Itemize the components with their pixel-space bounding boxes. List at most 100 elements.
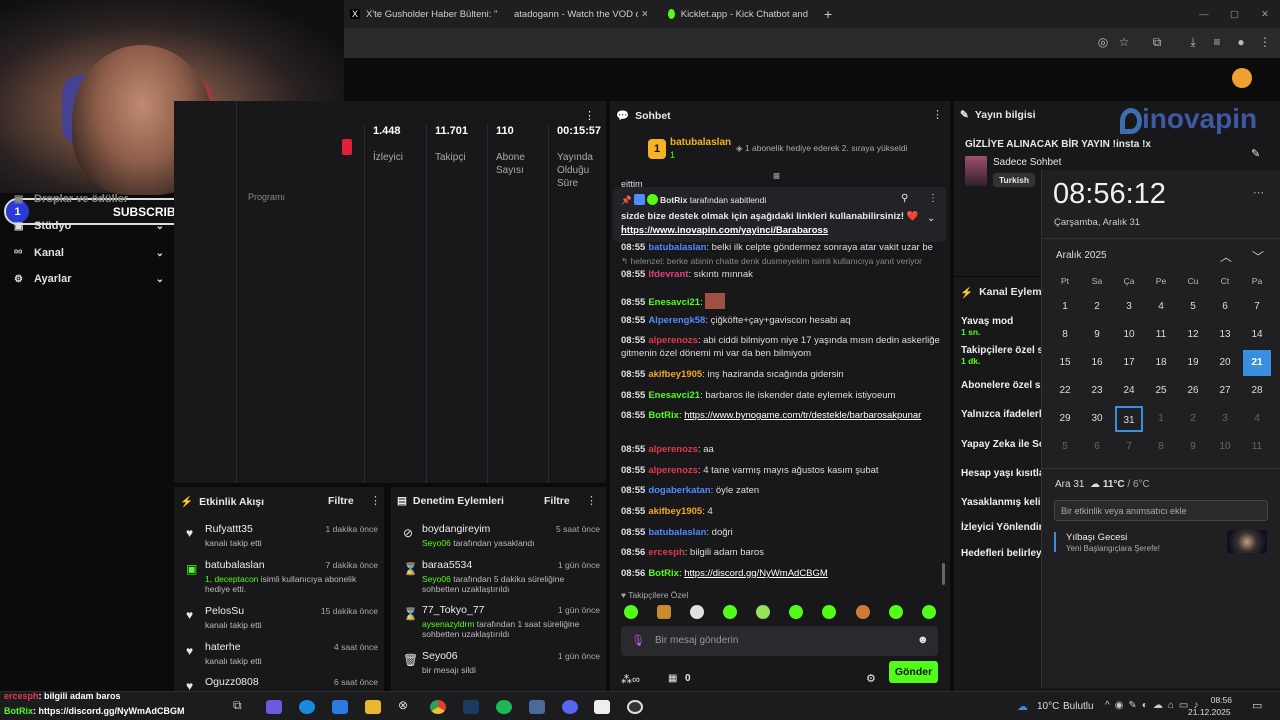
maximize-icon[interactable]: ▢	[1230, 4, 1240, 24]
pin-icon[interactable]: ⚲	[901, 193, 908, 204]
message-user[interactable]: ercesph	[648, 547, 684, 558]
calendar-day[interactable]: 8	[1051, 322, 1079, 348]
sidebar-item-channel[interactable]: ᵒᵒ Kanal ⌄	[14, 247, 164, 259]
store-icon[interactable]	[332, 700, 348, 714]
chevron-down-icon[interactable]: ﹀	[1252, 248, 1264, 265]
message-user[interactable]: alperenozs	[648, 444, 698, 455]
more-icon[interactable]: ⋮	[584, 109, 595, 122]
emote[interactable]	[822, 605, 836, 619]
calendar-day[interactable]: 3	[1211, 406, 1239, 432]
sidebar-item-studio[interactable]: ▣ Stüdyo ⌄	[14, 220, 164, 232]
calendar-day[interactable]: 20	[1211, 350, 1239, 376]
emote[interactable]	[756, 605, 770, 619]
calendar-day[interactable]: 10	[1211, 434, 1239, 460]
message-user[interactable]: dogaberkatan	[648, 485, 710, 496]
action-ai-mod[interactable]: Yapay Zeka ile So	[961, 439, 1045, 450]
event-input[interactable]: Bir etkinlik veya anımsatıcı ekle	[1054, 500, 1268, 521]
app-icon[interactable]	[594, 700, 610, 714]
activity-filter-button[interactable]: Filtre	[328, 495, 354, 507]
more-icon[interactable]: ⋯	[1253, 186, 1264, 199]
copilot-icon[interactable]	[266, 700, 282, 714]
message-user[interactable]: Enesavci21	[648, 390, 700, 401]
calendar-day[interactable]: 2	[1083, 294, 1111, 320]
action-followers-only[interactable]: Takipçilere özel so	[961, 345, 1049, 356]
browser-tab[interactable]: atadogann - Watch the VOD on	[508, 4, 638, 24]
action-slow-mode[interactable]: Yavaş mod	[961, 316, 1013, 327]
calendar-day[interactable]: 23	[1083, 378, 1111, 404]
message-user[interactable]: akifbey1905	[648, 369, 702, 380]
calendar-day[interactable]: 10	[1115, 322, 1143, 348]
avatar[interactable]	[1232, 68, 1252, 88]
calendar-day[interactable]: 16	[1083, 350, 1111, 376]
action-set-goals[interactable]: Hedefleri belirleyi	[961, 548, 1044, 559]
calendar-day[interactable]: 22	[1051, 378, 1079, 404]
emote[interactable]	[789, 605, 803, 619]
reading-list-icon[interactable]: ≡	[1210, 35, 1224, 49]
chat-scrollbar[interactable]	[942, 563, 945, 585]
calendar-day[interactable]: 5	[1051, 434, 1079, 460]
emote[interactable]	[723, 605, 737, 619]
calendar-day[interactable]: 9	[1083, 322, 1111, 348]
calendar-day[interactable]: 25	[1147, 378, 1175, 404]
emoji-icon[interactable]: ☻	[917, 634, 929, 646]
message-user[interactable]: Enesavci21	[648, 297, 700, 308]
calendar-day[interactable]: 26	[1179, 378, 1207, 404]
action-banned-words[interactable]: Yasaklanmış kelim	[961, 497, 1049, 508]
weather-temp[interactable]: 10°C	[1037, 701, 1059, 712]
calendar-day[interactable]: 9	[1179, 434, 1207, 460]
weather-label[interactable]: Bulutlu	[1063, 701, 1094, 712]
calendar-day[interactable]: 13	[1211, 322, 1239, 348]
emote[interactable]	[690, 605, 704, 619]
obs-icon[interactable]	[627, 700, 643, 714]
message-user[interactable]: batubalaslan	[648, 242, 706, 253]
calendar-day[interactable]: 5	[1179, 294, 1207, 320]
calendar-day[interactable]: 18	[1147, 350, 1175, 376]
gear-icon[interactable]: ⚙	[866, 672, 876, 685]
calendar-day[interactable]: 3	[1115, 294, 1143, 320]
calendar-day[interactable]: 21	[1243, 350, 1271, 376]
more-icon[interactable]: ⋮	[928, 193, 938, 204]
message-user[interactable]: BotRix	[648, 410, 679, 421]
taskbar-date[interactable]: 21.12.2025	[1188, 707, 1231, 717]
sidebar-item-drops[interactable]: ▣ Droplar ve ödüller	[14, 193, 164, 205]
calendar-day[interactable]: 7	[1243, 294, 1271, 320]
message-user[interactable]: lfdevrant	[648, 269, 688, 280]
calendar-day[interactable]: 12	[1179, 322, 1207, 348]
message-user[interactable]: akifbey1905	[648, 506, 702, 517]
calendar-day[interactable]: 6	[1083, 434, 1111, 460]
calendar-day[interactable]: 29	[1051, 406, 1079, 432]
new-tab-button[interactable]: +	[824, 4, 838, 24]
action-emotes-only[interactable]: Yalnızca ifadelerle	[961, 409, 1047, 420]
collapse-icon[interactable]: ≡	[773, 169, 780, 183]
emote[interactable]	[922, 605, 936, 619]
emote[interactable]	[889, 605, 903, 619]
calendar-day[interactable]: 8	[1147, 434, 1175, 460]
sidebar-item-settings[interactable]: ⚙ Ayarlar ⌄	[14, 273, 164, 285]
calendar-day[interactable]: 1	[1147, 406, 1175, 432]
browser-tab[interactable]: X X'te Gusholder Haber Bülteni: "	[350, 4, 500, 24]
chevron-up-icon[interactable]: ︿	[1220, 248, 1232, 265]
calendar-day[interactable]: 15	[1051, 350, 1079, 376]
calendar-day[interactable]: 4	[1243, 406, 1271, 432]
mic-icon[interactable]: 🎙	[631, 634, 645, 647]
download-icon[interactable]: ⤓	[1186, 35, 1200, 49]
app-icon[interactable]	[529, 700, 545, 714]
message-user[interactable]: Alperengk58	[648, 315, 705, 326]
more-icon[interactable]: ⋮	[370, 494, 381, 507]
task-view-icon[interactable]: ⧉	[233, 698, 249, 712]
emote[interactable]	[657, 605, 671, 619]
window-close-icon[interactable]: ✕	[1261, 4, 1271, 24]
action-viewer-redirect[interactable]: İzleyici Yönlendir	[961, 522, 1043, 533]
calendar-day[interactable]: 31	[1115, 406, 1143, 432]
send-button[interactable]: Gönder	[889, 661, 938, 683]
edit-icon[interactable]: ✎	[1251, 147, 1260, 160]
folder-icon[interactable]	[365, 700, 381, 714]
more-icon[interactable]: ⋮	[586, 494, 597, 507]
message-text[interactable]: https://discord.gg/NyWmAdCBGM	[684, 568, 828, 579]
more-icon[interactable]: ⋮	[932, 108, 943, 121]
spotify-icon[interactable]	[496, 700, 512, 714]
calendar-day[interactable]: 30	[1083, 406, 1111, 432]
message-user[interactable]: alperenozs	[648, 335, 698, 346]
star-icon[interactable]: ☆	[1117, 35, 1131, 49]
calendar-day[interactable]: 2	[1179, 406, 1207, 432]
